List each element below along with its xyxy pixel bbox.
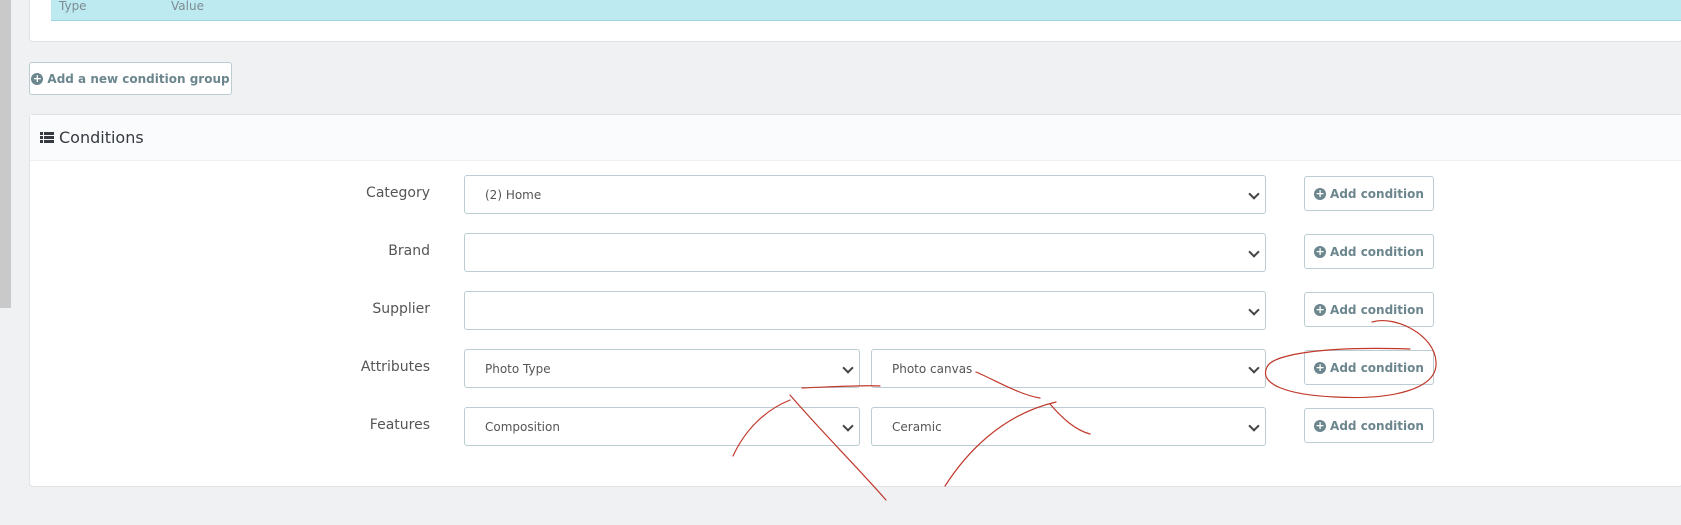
feature-value: Composition	[485, 419, 560, 434]
plus-circle-icon: +	[1314, 186, 1327, 200]
category-select[interactable]: (2) Home	[464, 175, 1266, 214]
add-condition-label: Add condition	[1330, 302, 1424, 317]
conditions-header: Conditions	[30, 115, 1681, 161]
attributes-label: Attributes	[360, 359, 430, 375]
attribute-value: Photo canvas	[892, 361, 973, 376]
column-type: Type	[59, 0, 87, 13]
add-condition-group-button[interactable]: + Add a new condition group	[29, 62, 232, 95]
feature-value-option: Ceramic	[892, 419, 942, 434]
category-label: Category	[366, 185, 430, 201]
chevron-down-icon	[1248, 362, 1260, 374]
supplier-select[interactable]	[464, 291, 1266, 330]
attribute-group-select[interactable]: Photo Type	[464, 349, 860, 388]
conditions-title: Conditions	[59, 128, 144, 147]
category-select-value: (2) Home	[485, 187, 542, 202]
page-scrollbar[interactable]	[0, 0, 11, 308]
brand-select[interactable]	[464, 233, 1266, 272]
chevron-down-icon	[1248, 246, 1260, 258]
conditions-panel: Conditions Category (2) Home + Add condi…	[29, 114, 1681, 487]
add-condition-group-label: Add a new condition group	[47, 71, 230, 86]
supplier-label: Supplier	[372, 301, 430, 317]
brand-label: Brand	[388, 243, 430, 259]
add-supplier-condition-button[interactable]: + Add condition	[1304, 292, 1434, 327]
list-icon	[40, 132, 54, 143]
chevron-down-icon	[1248, 304, 1260, 316]
column-value: Value	[171, 0, 204, 13]
plus-circle-icon: +	[1314, 418, 1327, 432]
condition-table-header: Type Value	[51, 0, 1681, 21]
add-condition-label: Add condition	[1330, 418, 1424, 433]
add-condition-label: Add condition	[1330, 186, 1424, 201]
features-label: Features	[369, 417, 430, 433]
add-attribute-condition-button[interactable]: + Add condition	[1304, 350, 1434, 385]
plus-circle-icon: +	[31, 71, 44, 85]
add-category-condition-button[interactable]: + Add condition	[1304, 176, 1434, 211]
plus-circle-icon: +	[1314, 302, 1327, 316]
plus-circle-icon: +	[1314, 244, 1327, 258]
attribute-value-select[interactable]: Photo canvas	[871, 349, 1266, 388]
chevron-down-icon	[1248, 420, 1260, 432]
add-condition-label: Add condition	[1330, 360, 1424, 375]
feature-value-select[interactable]: Ceramic	[871, 407, 1266, 446]
plus-circle-icon: +	[1314, 360, 1327, 374]
attribute-group-value: Photo Type	[485, 361, 551, 376]
condition-group-panel: Type Value	[29, 0, 1681, 42]
add-condition-label: Add condition	[1330, 244, 1424, 259]
chevron-down-icon	[842, 420, 854, 432]
chevron-down-icon	[1248, 188, 1260, 200]
add-feature-condition-button[interactable]: + Add condition	[1304, 408, 1434, 443]
add-brand-condition-button[interactable]: + Add condition	[1304, 234, 1434, 269]
feature-select[interactable]: Composition	[464, 407, 860, 446]
chevron-down-icon	[842, 362, 854, 374]
